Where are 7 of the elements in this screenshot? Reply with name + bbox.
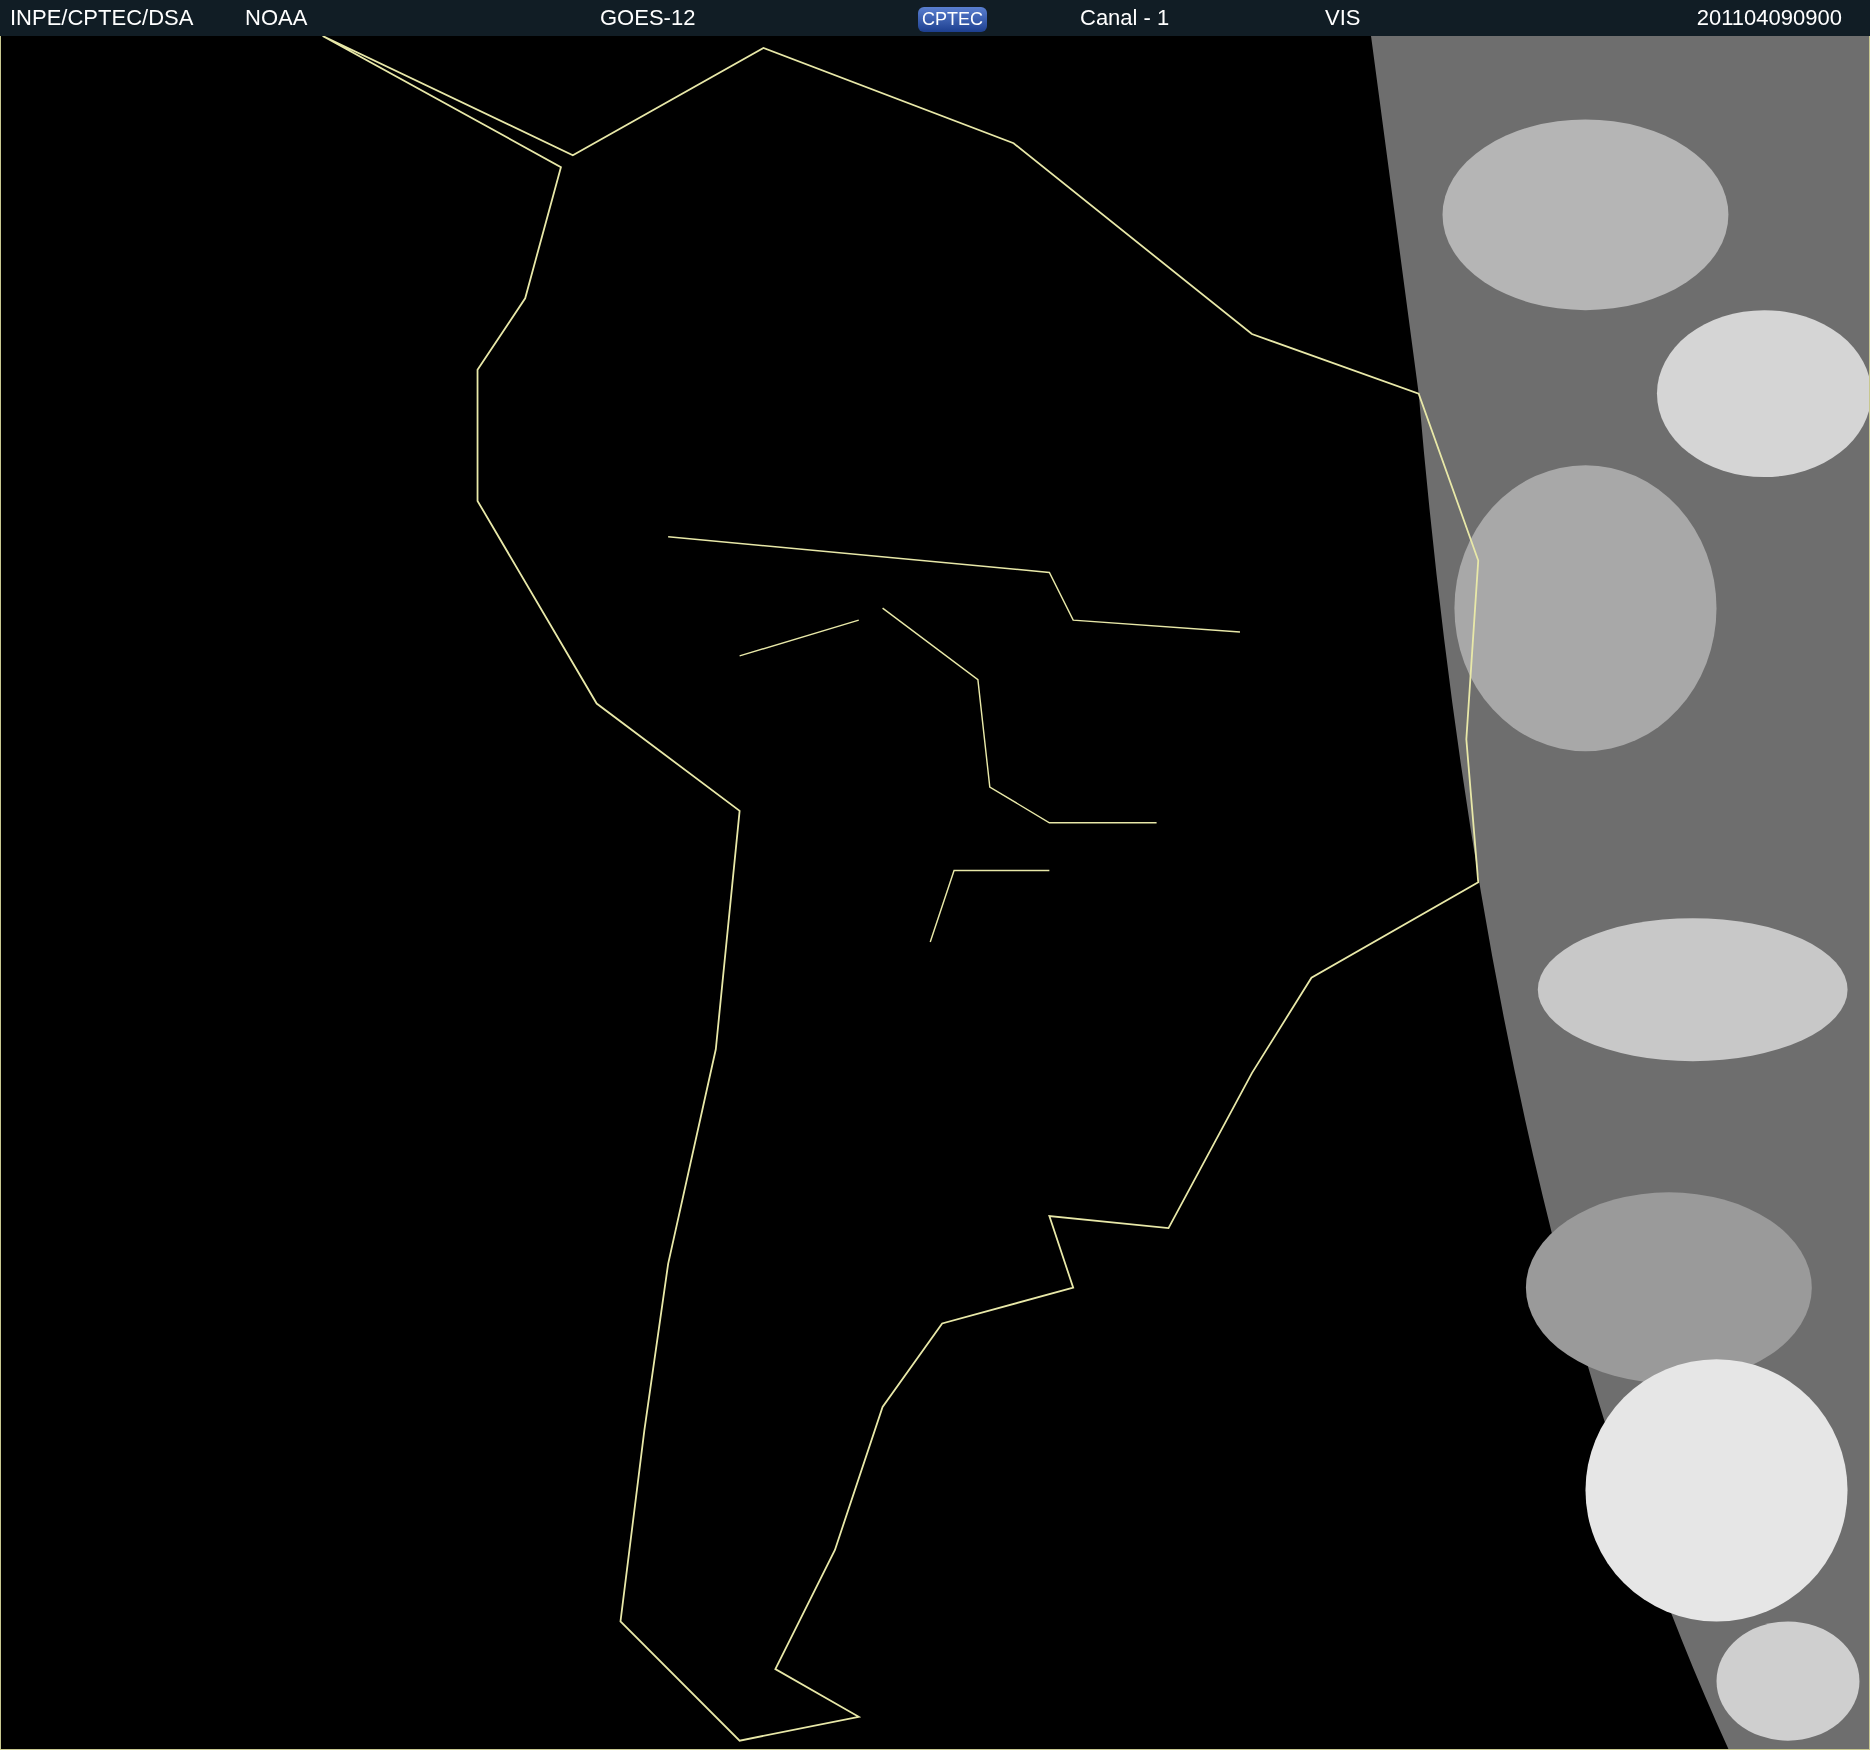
header-label: 201104090900	[1696, 5, 1842, 30]
header-label: INPE/CPTEC/DSA	[10, 5, 194, 30]
header-label: Canal - 1	[1080, 5, 1170, 30]
header-label: GOES-12	[600, 5, 696, 30]
logo-badge: CPTEC	[918, 6, 987, 32]
header-label: VIS	[1325, 5, 1361, 30]
header-label: NOAA	[245, 5, 308, 30]
